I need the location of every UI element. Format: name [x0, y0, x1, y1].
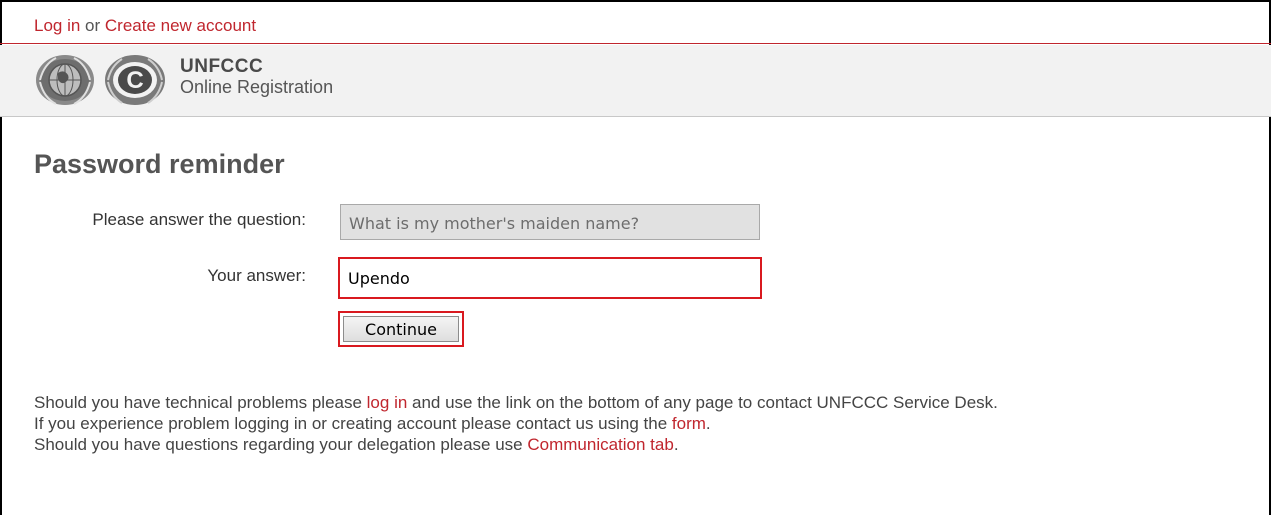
help-line-delegation: Should you have questions regarding your…	[34, 434, 998, 455]
account-links: Log in or Create new account	[34, 16, 256, 36]
brand-block: UNFCCC Online Registration	[180, 57, 333, 96]
continue-button-highlight: Continue	[338, 311, 464, 347]
top-bar: Log in or Create new account	[0, 0, 1271, 44]
answer-label: Your answer:	[207, 266, 306, 285]
question-label: Please answer the question:	[92, 210, 306, 229]
unfccc-logo-icon: C	[105, 55, 165, 105]
svg-text:C: C	[126, 67, 143, 94]
contact-form-link[interactable]: form	[672, 414, 706, 433]
create-account-link[interactable]: Create new account	[105, 16, 256, 35]
help-line-technical: Should you have technical problems pleas…	[34, 392, 998, 413]
brand-subtitle: Online Registration	[180, 77, 334, 97]
communication-tab-link[interactable]: Communication tab	[527, 435, 673, 454]
help-text-segment: Should you have questions regarding your…	[34, 435, 528, 454]
help-text: Should you have technical problems pleas…	[34, 392, 998, 455]
help-login-link[interactable]: log in	[367, 393, 408, 412]
continue-button[interactable]: Continue	[343, 316, 459, 342]
brand-title: UNFCCC	[180, 56, 264, 77]
help-text-segment: .	[705, 414, 711, 433]
un-emblem-icon	[36, 55, 94, 105]
help-line-contact: If you experience problem logging in or …	[34, 413, 998, 434]
help-text-segment: .	[673, 435, 679, 454]
help-text-segment: and use the link on the bottom of any pa…	[407, 393, 998, 412]
login-link[interactable]: Log in	[34, 16, 80, 35]
help-text-segment: Should you have technical problems pleas…	[34, 393, 367, 412]
security-question-field: What is my mother's maiden name?	[340, 204, 760, 240]
or-text: or	[80, 16, 105, 35]
site-header: C UNFCCC Online Registration	[0, 45, 1271, 117]
page-title: Password reminder	[34, 149, 285, 179]
answer-input[interactable]	[338, 257, 762, 299]
help-text-segment: If you experience problem logging in or …	[34, 414, 672, 433]
